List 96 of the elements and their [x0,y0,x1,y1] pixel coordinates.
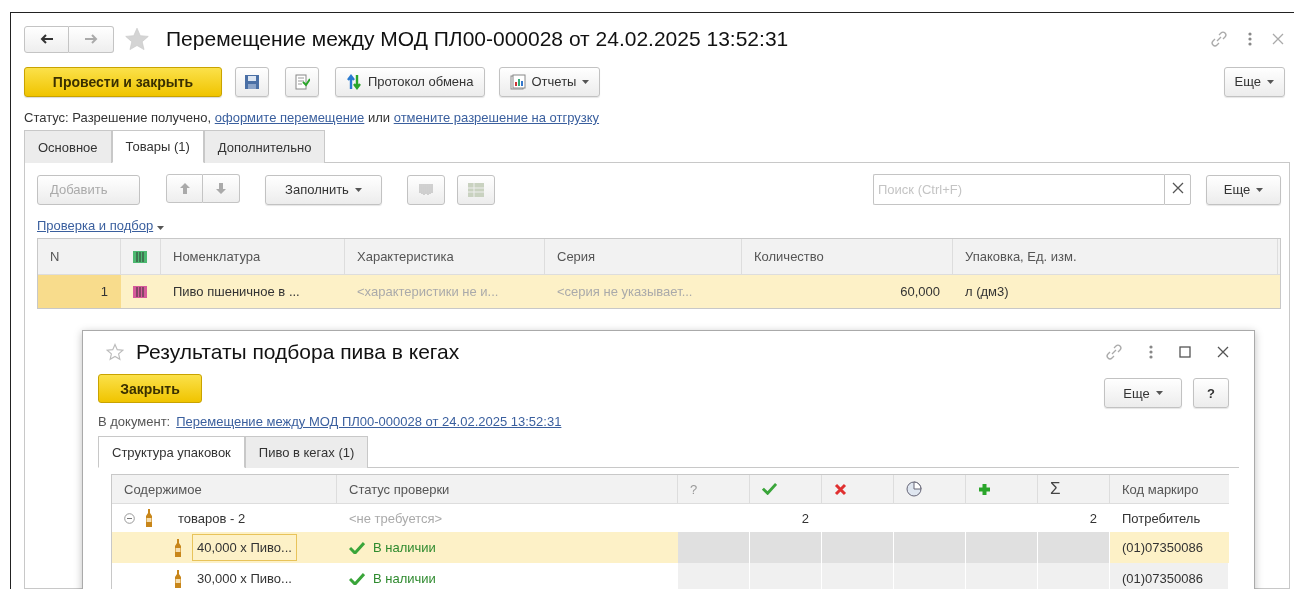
column-header: Σ [1038,475,1110,503]
table-cell-text: <характеристики не и... [356,283,500,301]
document-label: В документ: [98,414,171,429]
exchange-log-button[interactable]: Протокол обмена [335,66,485,97]
down-arrow-icon [216,183,226,194]
table-cell-text: л (дм3) [964,283,1010,301]
check-icon [349,572,365,585]
plus-icon [978,482,991,496]
check-status-text: В наличии [373,540,436,555]
column-header: Упаковка, Ед. изм. [953,239,1278,274]
maximize-icon[interactable] [1179,346,1191,358]
more-button[interactable]: Еще [1104,378,1182,408]
link-icon[interactable] [1105,343,1123,361]
caret-icon [1155,391,1163,395]
column-header: Код маркиро [1121,480,1200,499]
clear-search-button[interactable] [1164,174,1191,205]
column-header: Статус проверки [337,475,678,503]
status-text: Статус: Разрешение получено, оформите перемещение или отмените разрешение на отгрузку [24,110,601,125]
window-title: Перемещение между МОД ПЛ00-000028 от 24.02.2025 13:52:31 [166,27,789,51]
bottle-icon [174,569,182,588]
check-status-text: В наличии [373,571,436,586]
star-icon[interactable] [106,343,124,361]
star-icon[interactable] [124,26,150,52]
exchange-icon [346,73,362,90]
dialog-tab[interactable]: Пиво в кегах (1) [244,436,369,468]
close-icon[interactable] [1217,346,1229,358]
marking-icon [133,250,147,263]
pie-icon [906,481,922,497]
content-text: 30,000 x Пиво... [196,570,293,587]
column-header: Содержимое [112,475,337,503]
back-button[interactable] [24,25,69,53]
close-button[interactable]: Закрыть [98,374,202,403]
caret-icon [582,79,590,84]
column-header: Количество [742,239,953,274]
table-cell-text: Пиво пшеничное в ... [172,283,301,301]
fill-button[interactable]: Заполнить [265,174,382,205]
dialog-title: Результаты подбора пива в кегах [136,340,460,364]
count-text: 2 [1089,510,1097,526]
caret-icon [157,226,165,230]
up-arrow-icon [179,183,190,194]
reports-button[interactable]: Отчеты [498,66,601,97]
check-icon [762,483,777,495]
search-field[interactable]: Поиск (Ctrl+F) [873,174,1164,205]
post-and-close-button[interactable]: Провести и закрыть [24,66,222,97]
table-icon [468,182,484,197]
document-link[interactable]: Перемещение между МОД ПЛ00-000028 от 24.02.2025 13:52:31 [176,414,562,429]
link-icon[interactable] [1210,30,1228,48]
move-up-button[interactable] [166,174,203,203]
collapse-icon[interactable] [124,512,135,524]
caret-icon [354,187,362,192]
table-button[interactable] [457,174,495,205]
marking-code-text: Потребитель [1122,510,1201,526]
marking-code-text: (01)07350086 [1122,540,1203,555]
more-icon[interactable] [1149,345,1153,359]
help-button[interactable]: ? [1193,378,1229,408]
table-cell: 1 [38,275,121,308]
table-row[interactable]: 1 Пиво пшеничное в ... <характеристики не и... <серия не указывает... 60,000 л (дм3) [38,275,1280,308]
caret-icon [1267,79,1274,84]
column-header: Номенклатура [161,239,345,274]
action-link[interactable]: отмените разрешение на отгрузку [393,110,600,125]
table-cell-text: <серия не указывает... [556,283,694,301]
column-header: Характеристика [345,239,545,274]
dialog-tab[interactable]: Структура упаковок [98,436,245,468]
close-icon[interactable] [1171,182,1184,194]
action-link[interactable]: оформите перемещение [214,110,365,125]
table-cell-text: 60,000 [899,283,941,301]
back-arrow-icon [39,34,54,44]
more-button[interactable]: Еще [1206,174,1281,205]
report-icon [509,73,526,90]
forward-arrow-icon [84,34,98,44]
document-check-icon [294,73,310,90]
check-status-text: <не требуется> [349,510,443,526]
column-header: Серия [545,239,742,274]
barcode-button[interactable] [407,174,445,205]
content-text: товаров - 2 [177,509,247,527]
count-text: 2 [801,510,809,526]
content-text: 40,000 x Пиво... [192,534,297,561]
check-and-pick-link[interactable]: Проверка и подбор [37,218,165,233]
marking-icon [133,285,147,298]
more-button[interactable]: Еще [1223,66,1285,97]
column-header: ? [678,475,750,503]
form-tab[interactable]: Дополнительно [203,130,326,163]
form-tab[interactable]: Товары (1) [111,130,204,163]
more-icon[interactable] [1248,32,1252,46]
caret-icon [1256,187,1264,192]
save-button[interactable] [235,66,269,97]
check-icon [349,541,365,554]
marking-code-text: (01)07350086 [1122,571,1203,586]
move-down-button[interactable] [203,174,240,203]
post-document-button[interactable] [285,66,319,97]
cross-icon [834,482,847,496]
tree-row[interactable]: 40,000 x Пиво... В наличии (01)07350086 [112,532,1229,563]
bottle-icon [145,509,153,527]
column-header: N [38,239,121,274]
bottle-icon [174,538,182,557]
form-tab[interactable]: Основное [24,130,112,163]
